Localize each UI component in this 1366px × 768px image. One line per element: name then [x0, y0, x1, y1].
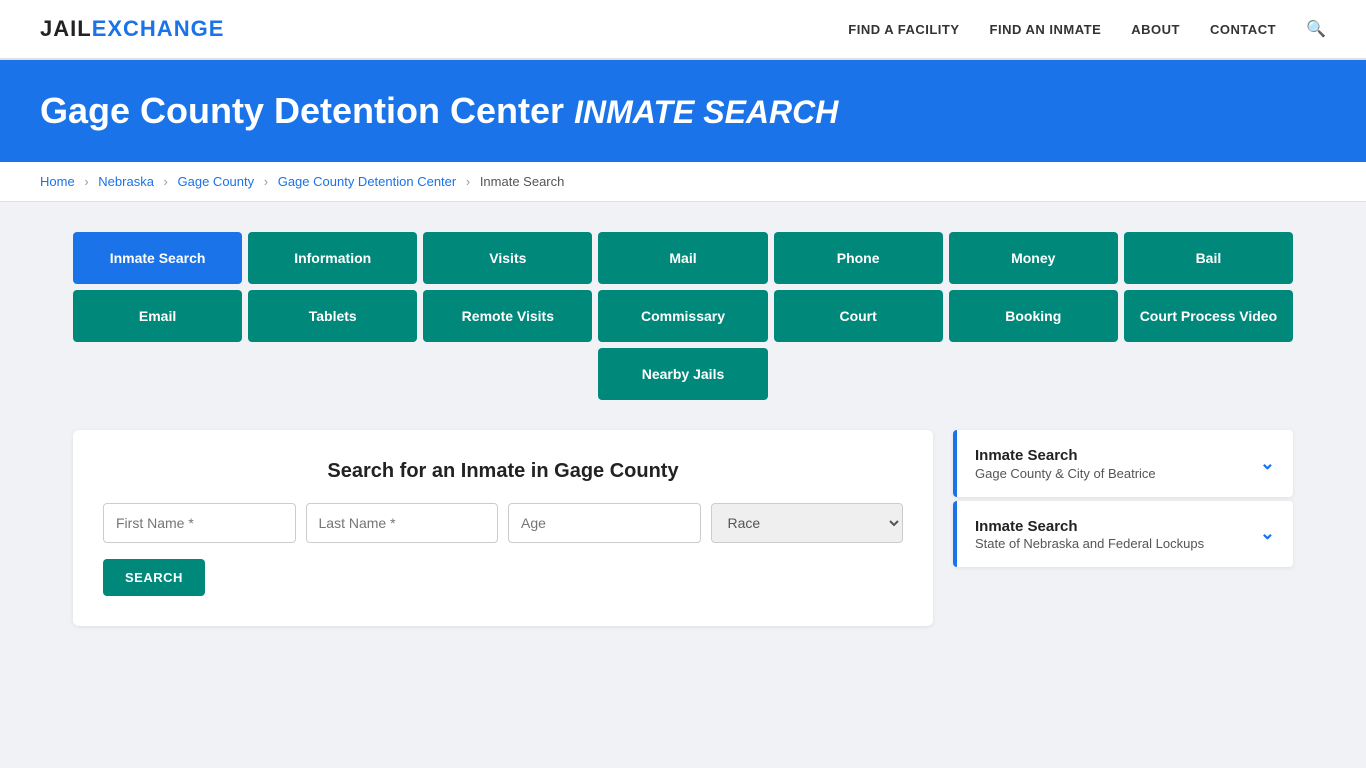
sidebar-panel-gage-county: Inmate Search Gage County & City of Beat…: [953, 430, 1293, 497]
nav-find-facility[interactable]: FIND A FACILITY: [848, 22, 959, 37]
nav-button-row3: Nearby Jails: [73, 348, 1293, 400]
sidebar-panel-gage-county-title: Inmate Search: [975, 446, 1156, 466]
nav-contact[interactable]: CONTACT: [1210, 22, 1276, 37]
navbar: JAILEXCHANGE FIND A FACILITY FIND AN INM…: [0, 0, 1366, 60]
hero-title-sub: INMATE SEARCH: [574, 94, 838, 130]
search-card: Search for an Inmate in Gage County Race…: [73, 430, 933, 626]
btn-tablets[interactable]: Tablets: [248, 290, 417, 342]
main-content: Inmate Search Information Visits Mail Ph…: [33, 232, 1333, 626]
btn-commissary[interactable]: Commissary: [598, 290, 767, 342]
btn-information[interactable]: Information: [248, 232, 417, 284]
logo-exchange: EXCHANGE: [92, 16, 225, 41]
breadcrumb-nebraska[interactable]: Nebraska: [98, 174, 154, 189]
breadcrumb-gage-county[interactable]: Gage County: [178, 174, 255, 189]
btn-money[interactable]: Money: [949, 232, 1118, 284]
nav-find-inmate[interactable]: FIND AN INMATE: [990, 22, 1102, 37]
sidebar-panel-nebraska: Inmate Search State of Nebraska and Fede…: [953, 501, 1293, 568]
sidebar-panel-nebraska-text: Inmate Search State of Nebraska and Fede…: [975, 517, 1204, 552]
sidebar-panel-gage-county-text: Inmate Search Gage County & City of Beat…: [975, 446, 1156, 481]
sidebar-panel-nebraska-subtitle: State of Nebraska and Federal Lockups: [975, 536, 1204, 551]
nav-links: FIND A FACILITY FIND AN INMATE ABOUT CON…: [848, 19, 1326, 39]
btn-phone[interactable]: Phone: [774, 232, 943, 284]
breadcrumb-current: Inmate Search: [480, 174, 565, 189]
logo-jail: JAIL: [40, 16, 92, 41]
btn-visits[interactable]: Visits: [423, 232, 592, 284]
hero-title-main: Gage County Detention Center: [40, 90, 564, 131]
btn-nearby-jails[interactable]: Nearby Jails: [598, 348, 768, 400]
breadcrumb-detention-center[interactable]: Gage County Detention Center: [278, 174, 457, 189]
sidebar-panel-nebraska-title: Inmate Search: [975, 517, 1204, 537]
breadcrumb-home[interactable]: Home: [40, 174, 75, 189]
sidebar-panel-gage-county-header[interactable]: Inmate Search Gage County & City of Beat…: [957, 430, 1293, 497]
sidebar-panels: Inmate Search Gage County & City of Beat…: [953, 430, 1293, 571]
btn-bail[interactable]: Bail: [1124, 232, 1293, 284]
search-title: Search for an Inmate in Gage County: [103, 460, 903, 483]
btn-booking[interactable]: Booking: [949, 290, 1118, 342]
btn-mail[interactable]: Mail: [598, 232, 767, 284]
breadcrumb: Home › Nebraska › Gage County › Gage Cou…: [0, 162, 1366, 202]
sidebar-panel-nebraska-header[interactable]: Inmate Search State of Nebraska and Fede…: [957, 501, 1293, 568]
sidebar-panel-gage-county-subtitle: Gage County & City of Beatrice: [975, 466, 1156, 481]
nav-about[interactable]: ABOUT: [1131, 22, 1180, 37]
nav-button-row2: Email Tablets Remote Visits Commissary C…: [73, 290, 1293, 342]
search-button[interactable]: SEARCH: [103, 559, 205, 596]
age-input[interactable]: [508, 503, 701, 543]
nav-button-row1: Inmate Search Information Visits Mail Ph…: [73, 232, 1293, 284]
chevron-down-icon-2: ⌄: [1260, 523, 1275, 544]
race-select[interactable]: Race White Black Hispanic Asian Native A…: [711, 503, 904, 543]
page-title: Gage County Detention Center INMATE SEAR…: [40, 90, 1326, 132]
logo[interactable]: JAILEXCHANGE: [40, 16, 224, 42]
lower-section: Search for an Inmate in Gage County Race…: [73, 430, 1293, 626]
btn-email[interactable]: Email: [73, 290, 242, 342]
chevron-down-icon: ⌄: [1260, 453, 1275, 474]
last-name-input[interactable]: [306, 503, 499, 543]
btn-court[interactable]: Court: [774, 290, 943, 342]
hero-banner: Gage County Detention Center INMATE SEAR…: [0, 60, 1366, 162]
search-inputs: Race White Black Hispanic Asian Native A…: [103, 503, 903, 543]
btn-remote-visits[interactable]: Remote Visits: [423, 290, 592, 342]
search-icon[interactable]: 🔍: [1306, 19, 1326, 39]
btn-court-process-video[interactable]: Court Process Video: [1124, 290, 1293, 342]
first-name-input[interactable]: [103, 503, 296, 543]
btn-inmate-search[interactable]: Inmate Search: [73, 232, 242, 284]
